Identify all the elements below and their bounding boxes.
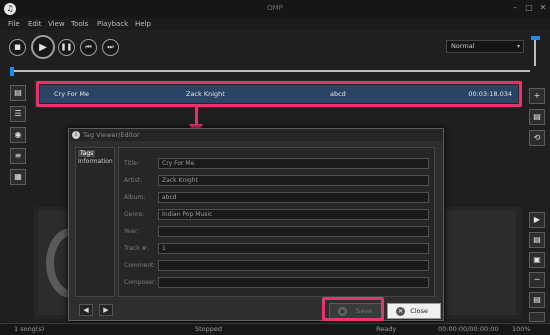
info-icon: i <box>72 131 80 139</box>
song-count: 1 song(s) <box>14 325 45 333</box>
dialog-title: Tag Viewer/Editor <box>83 131 140 139</box>
close-icon: ✕ <box>396 307 405 316</box>
list-alt-icon[interactable]: ▤ <box>529 292 545 308</box>
play-small-icon[interactable]: ▶ <box>529 212 545 228</box>
previous-tag-button[interactable]: ◀ <box>79 304 93 316</box>
play-mode-select[interactable]: Normal ▾ <box>446 40 524 53</box>
tree-item-tags[interactable]: Tags <box>78 150 96 157</box>
grid-alt-icon[interactable] <box>529 312 545 322</box>
menu-tools[interactable]: Tools <box>71 18 88 30</box>
tag-tree: Tags Information <box>75 147 115 297</box>
save-highlight-annotation <box>322 297 384 321</box>
play-mode-value: Normal <box>451 42 475 50</box>
list-small-icon[interactable]: ▤ <box>529 232 545 248</box>
album-field[interactable]: abcd <box>158 192 429 203</box>
year-field[interactable] <box>158 226 429 237</box>
list-icon[interactable]: ▤ <box>529 109 545 125</box>
equalizer-icon[interactable]: ≡ <box>10 148 26 164</box>
minus-icon[interactable]: ─ <box>529 272 545 288</box>
volume-thumb[interactable] <box>531 36 540 40</box>
ready-status: Ready <box>376 325 397 333</box>
menu-playback[interactable]: Playback <box>97 18 128 30</box>
pause-button[interactable]: ❚❚ <box>58 39 75 56</box>
artist-label: Artist: <box>124 177 143 184</box>
chevron-down-icon: ▾ <box>516 43 520 50</box>
minimize-button[interactable]: – <box>508 2 522 14</box>
album-art-right <box>446 211 516 315</box>
cd-icon[interactable]: ◉ <box>10 127 26 143</box>
comment-label: Comment: <box>124 262 156 269</box>
seek-thumb[interactable] <box>10 67 14 76</box>
album-label: Album: <box>124 194 146 201</box>
playback-status: Stopped <box>195 325 223 333</box>
menu-help[interactable]: Help <box>135 18 151 30</box>
window-title: OMP <box>267 4 283 12</box>
time-display: 00:00:00/00:00:00 <box>438 325 499 333</box>
tag-icon[interactable]: ▦ <box>10 169 26 185</box>
artist-field[interactable]: Zack Knight <box>158 175 429 186</box>
genre-field[interactable]: Indian Pop Music <box>158 209 429 220</box>
play-button[interactable]: ▶ <box>31 35 55 59</box>
row-highlight-annotation <box>36 81 522 107</box>
playlist-icon[interactable]: ▤ <box>10 85 26 101</box>
title-label: Title: <box>124 160 139 167</box>
close-window-button[interactable]: ✕ <box>536 2 550 14</box>
seek-bar[interactable] <box>10 70 530 72</box>
comment-field[interactable] <box>158 260 429 271</box>
volume-track[interactable] <box>534 36 536 66</box>
menu-view[interactable]: View <box>48 18 65 30</box>
tag-editor-dialog: i Tag Viewer/Editor Tags Information Tit… <box>68 128 444 321</box>
track-number-label: Track #: <box>124 245 149 252</box>
next-button[interactable]: ⏭ <box>102 39 119 56</box>
genre-label: Genre: <box>124 211 145 218</box>
menu-file[interactable]: File <box>8 18 20 30</box>
previous-button[interactable]: ⏮ <box>80 39 97 56</box>
menu-edit[interactable]: Edit <box>28 18 42 30</box>
close-label: Close <box>410 307 428 315</box>
repeat-icon[interactable]: ⟲ <box>529 130 545 146</box>
grid-icon[interactable]: ▣ <box>529 252 545 268</box>
composer-label: Composer: <box>124 279 157 286</box>
tag-fields-panel: Title: Cry For Me Artist: Zack Knight Al… <box>118 147 435 297</box>
composer-field[interactable] <box>158 277 429 288</box>
tree-item-information[interactable]: Information <box>78 158 113 165</box>
title-field[interactable]: Cry For Me <box>158 158 429 169</box>
zoom-level: 100% <box>512 325 531 333</box>
next-tag-button[interactable]: ▶ <box>99 304 113 316</box>
stop-button[interactable]: ■ <box>9 39 26 56</box>
year-label: Year: <box>124 228 139 235</box>
add-icon[interactable]: + <box>529 88 545 104</box>
track-number-field[interactable]: 1 <box>158 243 429 254</box>
maximize-button[interactable]: □ <box>522 2 536 14</box>
library-icon[interactable]: ☰ <box>10 106 26 122</box>
close-button[interactable]: ✕ Close <box>387 303 441 319</box>
